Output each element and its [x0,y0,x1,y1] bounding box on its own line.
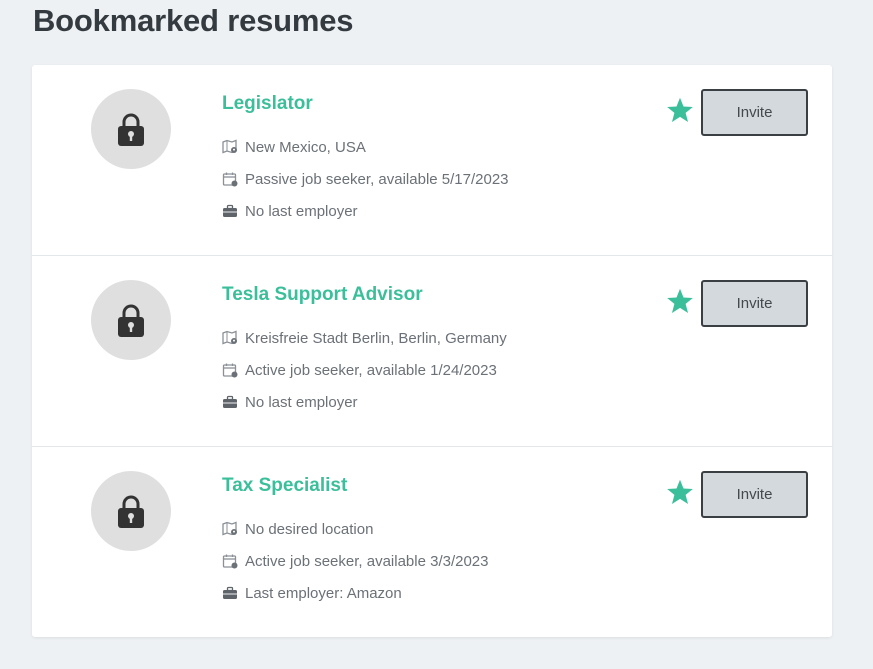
map-pin-icon [222,139,238,155]
resume-card: Legislator New Mexico, USA Passive job s… [32,65,832,256]
avatar [91,89,171,169]
employer-row: No last employer [222,201,358,221]
availability-text: Active job seeker, available 3/3/2023 [245,552,489,570]
resume-card: Tax Specialist No desired location Activ… [32,447,832,637]
availability-text: Active job seeker, available 1/24/2023 [245,361,497,379]
employer-row: No last employer [222,392,358,412]
star-icon[interactable] [666,96,694,124]
location-text: New Mexico, USA [245,138,366,156]
invite-button[interactable]: Invite [701,89,808,136]
availability-text: Passive job seeker, available 5/17/2023 [245,170,509,188]
employer-row: Last employer: Amazon [222,583,402,603]
calendar-icon [222,171,238,187]
resume-title[interactable]: Tesla Support Advisor [222,284,423,306]
briefcase-icon [222,203,238,219]
star-icon[interactable] [666,287,694,315]
avatar [91,471,171,551]
invite-button[interactable]: Invite [701,280,808,327]
resume-list: Legislator New Mexico, USA Passive job s… [32,65,832,637]
briefcase-icon [222,585,238,601]
employer-text: No last employer [245,393,358,411]
availability-row: Active job seeker, available 1/24/2023 [222,360,497,380]
avatar [91,280,171,360]
lock-icon [118,495,144,528]
availability-row: Passive job seeker, available 5/17/2023 [222,169,509,189]
resume-title[interactable]: Tax Specialist [222,475,347,497]
location-row: Kreisfreie Stadt Berlin, Berlin, Germany [222,328,507,348]
calendar-icon [222,362,238,378]
lock-icon [118,304,144,337]
map-pin-icon [222,330,238,346]
resume-title[interactable]: Legislator [222,93,313,115]
location-text: No desired location [245,520,374,538]
lock-icon [118,113,144,146]
invite-button[interactable]: Invite [701,471,808,518]
employer-text: Last employer: Amazon [245,584,402,602]
location-row: No desired location [222,519,373,539]
calendar-icon [222,553,238,569]
page-title: Bookmarked resumes [33,3,354,38]
resume-card: Tesla Support Advisor Kreisfreie Stadt B… [32,256,832,447]
star-icon[interactable] [666,478,694,506]
briefcase-icon [222,394,238,410]
employer-text: No last employer [245,202,358,220]
map-pin-icon [222,521,238,537]
location-row: New Mexico, USA [222,137,366,157]
location-text: Kreisfreie Stadt Berlin, Berlin, Germany [245,329,507,347]
availability-row: Active job seeker, available 3/3/2023 [222,551,489,571]
